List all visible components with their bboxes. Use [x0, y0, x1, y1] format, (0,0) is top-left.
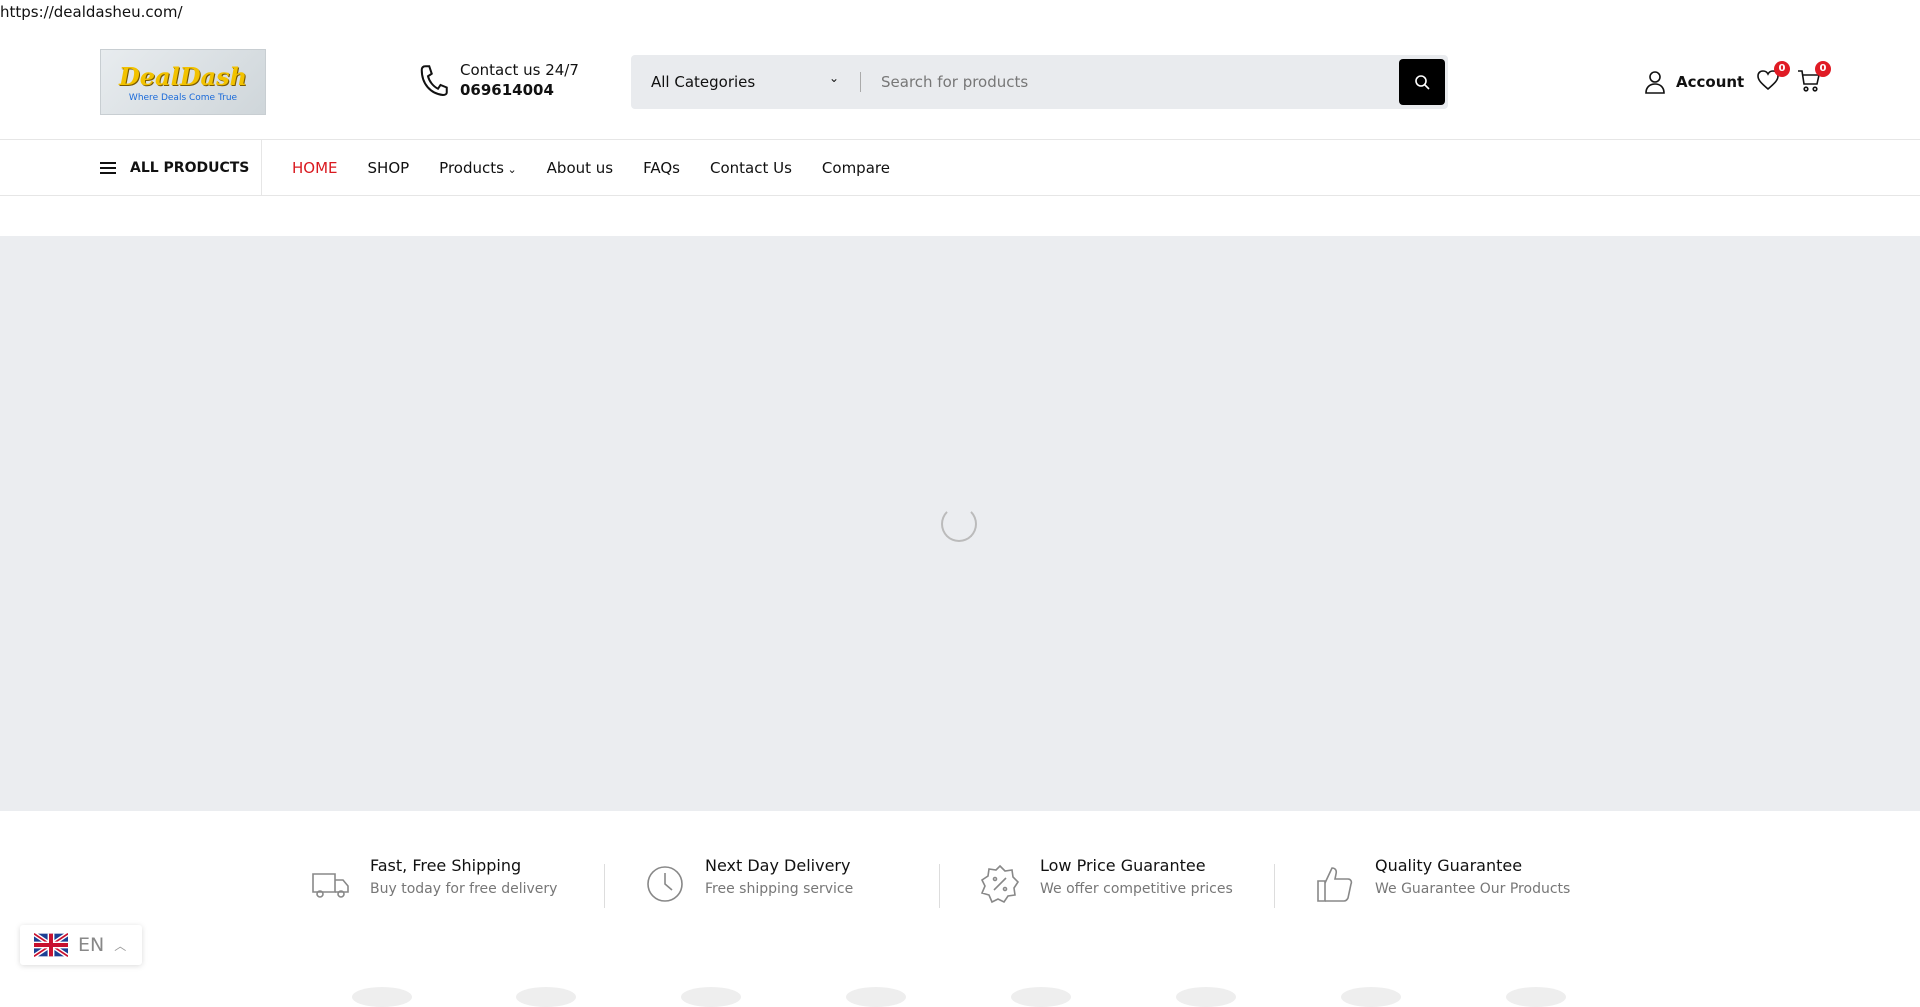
feature-title: Next Day Delivery	[705, 856, 851, 875]
feature-divider	[939, 864, 940, 908]
site-logo[interactable]: DealDash Where Deals Come True	[100, 49, 266, 115]
search-button[interactable]	[1399, 59, 1445, 105]
cart-button[interactable]: 0	[1797, 61, 1831, 97]
wishlist-count-badge: 0	[1774, 61, 1790, 77]
all-products-menu[interactable]: ALL PRODUCTS	[100, 140, 249, 196]
feature-item: Low Price Guarantee We offer competitive…	[980, 856, 1233, 916]
user-icon	[1645, 71, 1665, 94]
feature-title: Quality Guarantee	[1375, 856, 1523, 875]
nav-divider	[261, 140, 262, 196]
nav-item-about-us[interactable]: About us	[547, 159, 613, 177]
cart-count-badge: 0	[1815, 61, 1831, 77]
loading-spinner	[941, 506, 977, 542]
nav-item-contact-us[interactable]: Contact Us	[710, 159, 792, 177]
category-circles-row	[0, 985, 1920, 1007]
contact-block: Contact us 24/7 069614004	[418, 61, 579, 99]
thumbs-up-icon	[1317, 867, 1353, 902]
logo-tagline: Where Deals Come True	[128, 92, 238, 103]
chevron-down-icon[interactable]: ⌄	[829, 71, 839, 85]
account-label: Account	[1676, 73, 1745, 91]
nav-item-faqs[interactable]: FAQs	[643, 159, 680, 177]
nav-item-products-label: Products	[439, 159, 504, 177]
chevron-up-icon: ︿	[114, 938, 127, 953]
feature-title: Fast, Free Shipping	[370, 856, 522, 875]
all-products-label: ALL PRODUCTS	[130, 160, 250, 176]
search-icon	[1415, 75, 1430, 90]
features-strip: Fast, Free Shipping Buy today for free d…	[0, 856, 1920, 936]
account-link[interactable]: Account	[1644, 70, 1744, 94]
contact-phone[interactable]: 069614004	[460, 81, 579, 99]
nav-item-compare[interactable]: Compare	[822, 159, 890, 177]
uk-flag-icon	[34, 932, 68, 958]
feature-subtitle: Buy today for free delivery	[370, 881, 558, 897]
nav-item-products[interactable]: Products ⌄	[439, 159, 517, 177]
feature-item: Fast, Free Shipping Buy today for free d…	[310, 856, 557, 916]
url-text: https://dealdasheu.com/	[0, 3, 183, 21]
feature-title: Low Price Guarantee	[1040, 856, 1206, 875]
feature-item: Quality Guarantee We Guarantee Our Produ…	[1315, 856, 1570, 916]
language-switcher[interactable]: EN ︿	[20, 925, 142, 965]
clock-icon	[647, 866, 683, 902]
category-select[interactable]: All Categories	[651, 55, 755, 109]
chevron-down-icon: ⌄	[503, 163, 517, 176]
logo-brand: DealDash	[118, 61, 248, 91]
search-input[interactable]	[881, 65, 1401, 99]
nav-menu: HOME SHOP Products ⌄ About us FAQs Conta…	[292, 140, 890, 196]
feature-divider	[1274, 864, 1275, 908]
nav-item-shop[interactable]: SHOP	[368, 159, 410, 177]
truck-icon	[312, 873, 349, 898]
wishlist-button[interactable]: 0	[1756, 61, 1790, 95]
search-bar: All Categories ⌄	[631, 55, 1448, 109]
discount-icon	[980, 864, 1020, 904]
main-navbar: ALL PRODUCTS HOME SHOP Products ⌄ About …	[0, 140, 1920, 196]
feature-divider	[604, 864, 605, 908]
feature-subtitle: We offer competitive prices	[1040, 881, 1233, 897]
phone-icon	[420, 65, 448, 97]
hamburger-icon	[100, 162, 116, 174]
feature-subtitle: Free shipping service	[705, 881, 854, 897]
language-code: EN	[78, 934, 105, 956]
contact-label: Contact us 24/7	[460, 61, 579, 79]
nav-item-home[interactable]: HOME	[292, 159, 338, 177]
site-header: DealDash Where Deals Come True Contact u…	[0, 30, 1920, 140]
feature-item: Next Day Delivery Free shipping service	[645, 856, 853, 916]
feature-subtitle: We Guarantee Our Products	[1375, 881, 1571, 897]
search-divider	[860, 72, 861, 92]
hero-banner	[0, 236, 1920, 811]
